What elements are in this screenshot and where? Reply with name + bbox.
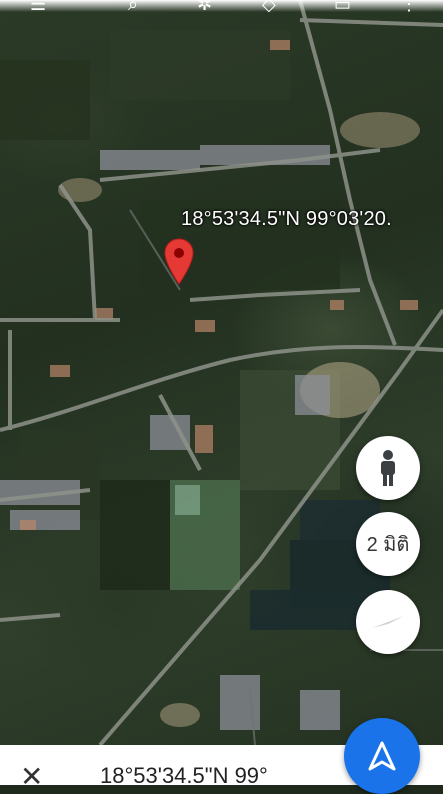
- dropped-pin-coordinates: 18°53'34.5"N 99°03'20.: [181, 208, 392, 230]
- compass-icon: [372, 615, 404, 628]
- label-icon[interactable]: ◇: [262, 0, 276, 15]
- view-toggle-button[interactable]: 2 มิติ: [356, 512, 420, 576]
- search-icon[interactable]: ⌕: [128, 0, 138, 15]
- bottom-sheet-title: 18°53'34.5"N 99°: [100, 763, 268, 788]
- settings-icon[interactable]: ✲: [197, 0, 212, 15]
- street-view-button[interactable]: [356, 436, 420, 500]
- close-icon[interactable]: ✕: [20, 763, 43, 791]
- layers-icon[interactable]: ▭: [334, 0, 351, 15]
- view-toggle-label: 2 มิติ: [366, 534, 410, 556]
- status-bar-edge: ☰ ⌕ ✲ ◇ ▭ ⋮: [0, 0, 443, 15]
- navigate-arrow-icon: [368, 741, 396, 771]
- menu-icon[interactable]: ☰: [30, 0, 46, 15]
- pegman-icon: [381, 450, 395, 486]
- directions-button[interactable]: [344, 718, 420, 794]
- compass-button[interactable]: [356, 590, 420, 654]
- map-pin-icon[interactable]: [164, 238, 194, 286]
- more-icon[interactable]: ⋮: [400, 0, 418, 15]
